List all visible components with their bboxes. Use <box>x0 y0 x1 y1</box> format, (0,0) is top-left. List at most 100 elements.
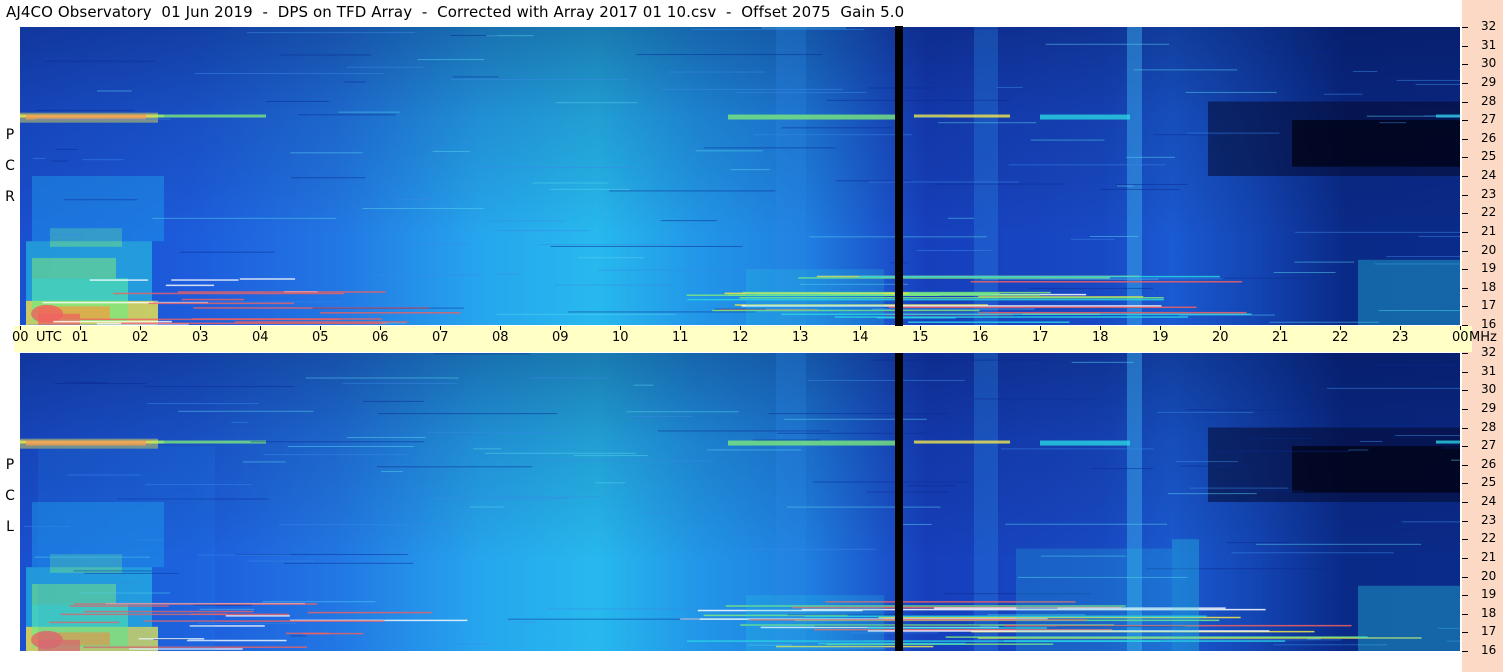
spectral-streak <box>1226 542 1291 544</box>
spectral-streak <box>1008 164 1166 166</box>
spectral-streak <box>947 217 974 219</box>
frequency-tick-mark <box>1462 325 1468 326</box>
frequency-tick-mark <box>1462 231 1468 233</box>
spectral-streak <box>784 418 928 420</box>
utc-tick-label: 04 <box>252 330 269 345</box>
frequency-tick-label: 16 <box>1481 317 1497 331</box>
spectral-streak <box>807 379 965 381</box>
spectral-streak <box>248 560 315 562</box>
utc-tick-label: 18 <box>1092 330 1109 345</box>
spectral-streak <box>1089 236 1139 238</box>
spectral-streak <box>1115 183 1188 185</box>
frequency-tick-mark <box>1462 269 1468 271</box>
rfi-line <box>89 279 149 281</box>
utc-tick-label: 20 <box>1212 330 1229 345</box>
spectral-streak <box>530 377 610 379</box>
band-27mhz <box>152 440 266 444</box>
frequency-tick-label: 19 <box>1481 587 1497 602</box>
frequency-tick-label: 26 <box>1481 456 1497 471</box>
spectral-streak <box>263 454 409 456</box>
frequency-tick-label: 28 <box>1481 93 1497 108</box>
spectral-streak <box>496 273 521 275</box>
data-gap-marker-rcp <box>895 26 903 326</box>
spectral-streak <box>55 148 79 150</box>
spectral-streak <box>54 382 147 384</box>
lcp-block <box>1172 539 1199 651</box>
frequency-tick-mark <box>1462 446 1468 448</box>
utc-tick-label: 17 <box>1032 330 1049 345</box>
spectral-streak <box>279 54 372 56</box>
spectral-streak <box>662 88 843 90</box>
utc-tick-mark <box>380 326 381 330</box>
rfi-line <box>181 298 245 301</box>
rfi-line <box>79 318 340 321</box>
rfi-line <box>171 279 239 281</box>
spectral-streak <box>906 28 1000 30</box>
frequency-tick-label: 32 <box>1481 345 1497 359</box>
spectral-streak <box>496 313 677 315</box>
utc-tick-mark <box>1100 326 1101 330</box>
storm-hotspot <box>31 304 63 323</box>
spectral-streak <box>761 27 846 29</box>
spectral-streak <box>1030 139 1105 141</box>
spectral-streak <box>96 90 132 92</box>
rfi-line <box>888 306 1197 309</box>
spectral-streak <box>342 382 458 384</box>
frequency-tick-label: 32 <box>1481 19 1497 33</box>
spectral-streak <box>1126 156 1175 158</box>
frequency-tick-mark <box>1462 613 1468 615</box>
frequency-tick-mark <box>1462 194 1468 196</box>
spectral-streak <box>595 482 626 484</box>
spectral-streak <box>1090 468 1154 470</box>
utc-tick-label: 14 <box>852 330 869 345</box>
spectral-streak <box>1116 185 1134 187</box>
rfi-line <box>876 317 956 319</box>
spectral-streak <box>554 284 672 286</box>
frequency-tick-label: 30 <box>1481 56 1497 71</box>
band-27mhz <box>728 114 896 120</box>
band-27mhz-glow <box>20 112 158 123</box>
spectral-streak <box>250 441 425 443</box>
spectral-streak <box>1185 409 1318 411</box>
dark-region-core <box>1292 120 1460 167</box>
spectral-streak <box>497 230 590 232</box>
spectral-streak <box>242 461 286 463</box>
spectral-streak <box>28 324 176 325</box>
frequency-tick-label: 28 <box>1481 419 1497 434</box>
spectral-streak <box>578 257 645 259</box>
spectral-streak <box>291 177 366 179</box>
spectral-streak <box>781 127 892 129</box>
spectral-streak <box>547 608 711 610</box>
spectral-streak <box>312 307 464 309</box>
spectral-streak <box>1451 459 1460 461</box>
spectral-streak <box>573 455 648 457</box>
frequency-tick-label: 20 <box>1481 568 1497 583</box>
utc-tick-label: 13 <box>792 330 809 345</box>
storm-emission <box>32 176 164 242</box>
frequency-tick-mark <box>1462 176 1468 177</box>
utc-tick-label: 15 <box>912 330 929 345</box>
frequency-tick-mark <box>1462 157 1468 159</box>
lcp-spectrogram-plot <box>20 353 1460 651</box>
frequency-tick-label: 22 <box>1481 205 1497 220</box>
utc-tick-label: 23 <box>1392 330 1409 345</box>
spectral-streak <box>1415 83 1460 85</box>
utc-tick-label: 00 <box>12 330 29 345</box>
spectral-streak <box>628 415 694 417</box>
frequency-tick-label: 20 <box>1481 242 1497 257</box>
frequency-tick-label: 29 <box>1481 74 1497 89</box>
utc-tick-label: 16 <box>972 330 989 345</box>
frequency-tick-label: 19 <box>1481 261 1497 276</box>
lcp-spectrogram <box>20 353 1460 651</box>
frequency-tick-mark <box>1462 483 1468 485</box>
spectral-streak <box>754 134 912 136</box>
polarization-letter: P <box>5 457 15 473</box>
spectral-streak <box>633 384 654 386</box>
utc-tick-label: 06 <box>372 330 389 345</box>
spectral-streak <box>432 497 568 499</box>
spectral-streak <box>452 76 499 78</box>
utc-tick-mark <box>1460 326 1461 330</box>
rfi-line <box>302 632 364 635</box>
utc-tick-mark <box>80 326 81 330</box>
spectral-streak <box>194 72 384 74</box>
